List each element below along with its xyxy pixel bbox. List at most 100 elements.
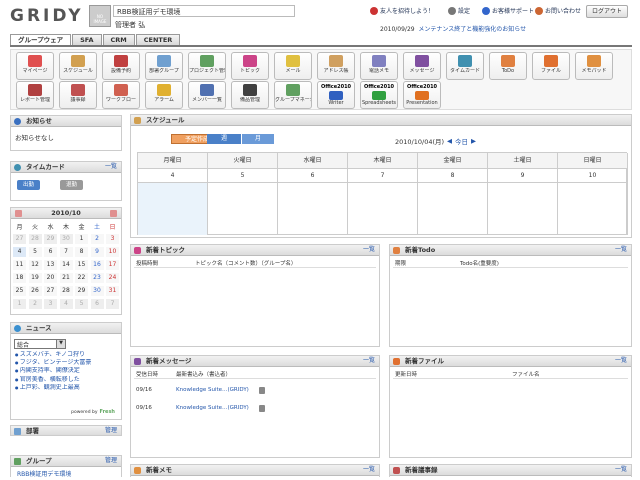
app-message-button[interactable]: メッセージ xyxy=(403,52,441,80)
calendar-day[interactable]: 4 xyxy=(13,247,26,257)
calendar-day[interactable]: 11 xyxy=(13,260,26,270)
contact-link[interactable]: お問い合わせ xyxy=(535,6,581,15)
prev-month-icon[interactable] xyxy=(15,210,22,217)
calendar-day[interactable]: 2 xyxy=(28,299,42,309)
calendar-day[interactable]: 1 xyxy=(75,234,88,244)
month-view-button[interactable]: 月 xyxy=(242,134,274,144)
calendar-day[interactable]: 26 xyxy=(28,286,42,296)
next-month-icon[interactable] xyxy=(110,210,117,217)
calendar-day[interactable]: 16 xyxy=(90,260,104,270)
memos-list-link[interactable]: 一覧 xyxy=(363,465,375,475)
app-file-button[interactable]: ファイル xyxy=(532,52,570,80)
files-list-link[interactable]: 一覧 xyxy=(615,356,627,366)
calendar-day[interactable]: 31 xyxy=(106,286,119,296)
news-item[interactable]: ● スズメバチ、キノコ狩り xyxy=(11,351,121,359)
calendar-day[interactable]: 30 xyxy=(90,286,104,296)
app-workflow-button[interactable]: ワークフロー xyxy=(102,81,140,109)
calendar-day[interactable]: 30 xyxy=(59,234,73,244)
group-item[interactable]: RBB検証用デモ環境 xyxy=(11,467,121,480)
today-link[interactable]: 今日 xyxy=(455,136,468,146)
topics-list-link[interactable]: 一覧 xyxy=(363,245,375,255)
calendar-day[interactable]: 1 xyxy=(13,299,26,309)
calendar-day[interactable]: 5 xyxy=(75,299,88,309)
app-alarm-button[interactable]: アラーム xyxy=(145,81,183,109)
app-group-manager-button[interactable]: グループマネージャー xyxy=(274,81,312,109)
logout-button[interactable]: ログアウト xyxy=(586,5,628,18)
app-writer-button[interactable]: Office2010 Writer xyxy=(317,81,355,109)
prev-week-icon[interactable]: ◀ xyxy=(447,137,452,145)
week-view-button[interactable]: 週 xyxy=(207,134,241,144)
app-topic-button[interactable]: トピック xyxy=(231,52,269,80)
app-mail-button[interactable]: メール xyxy=(274,52,312,80)
calendar-day[interactable]: 7 xyxy=(59,247,73,257)
calendar-day[interactable]: 14 xyxy=(59,260,73,270)
app-members-button[interactable]: メンバー一覧 xyxy=(188,81,226,109)
app-minutes-button[interactable]: 議事録 xyxy=(59,81,97,109)
tab-center[interactable]: CENTER xyxy=(135,34,181,45)
calendar-day[interactable]: 7 xyxy=(106,299,119,309)
calendar-day[interactable]: 6 xyxy=(90,299,104,309)
news-item[interactable]: ● 上戸彩、観測史上最高 xyxy=(11,384,121,392)
app-address-book-button[interactable]: アドレス帳 xyxy=(317,52,355,80)
day-cell[interactable] xyxy=(558,183,628,235)
tab-crm[interactable]: CRM xyxy=(102,34,135,45)
day-cell[interactable] xyxy=(488,183,558,235)
settings-link[interactable]: 設定 xyxy=(448,6,470,15)
app-phone-memo-button[interactable]: 電話メモ xyxy=(360,52,398,80)
app-mypage-button[interactable]: マイページ xyxy=(16,52,54,80)
group-manage-link[interactable]: 管理 xyxy=(105,456,117,466)
calendar-day[interactable]: 18 xyxy=(13,273,26,283)
app-timecard-button[interactable]: タイムカード xyxy=(446,52,484,80)
day-cell[interactable] xyxy=(208,183,278,235)
app-todo-button[interactable]: ToDo xyxy=(489,52,527,80)
day-cell[interactable] xyxy=(278,183,348,235)
calendar-day[interactable]: 20 xyxy=(44,273,57,283)
news-category-select[interactable]: 総合 ▼ xyxy=(14,339,66,349)
calendar-day[interactable]: 5 xyxy=(28,247,42,257)
app-facility-button[interactable]: 設備予約 xyxy=(102,52,140,80)
day-cell[interactable] xyxy=(418,183,488,235)
app-project-button[interactable]: プロジェクト管理 xyxy=(188,52,226,80)
calendar-day[interactable]: 13 xyxy=(44,260,57,270)
app-spreadsheets-button[interactable]: Office2010 Spreadsheets xyxy=(360,81,398,109)
calendar-day[interactable]: 23 xyxy=(90,273,104,283)
calendar-day[interactable]: 6 xyxy=(44,247,57,257)
app-presentation-button[interactable]: Office2010 Presentation xyxy=(403,81,441,109)
news-item[interactable]: ● 内閣支持率、閣僚決定 xyxy=(11,367,121,375)
calendar-day[interactable]: 3 xyxy=(44,299,57,309)
calendar-day[interactable]: 21 xyxy=(59,273,73,283)
tab-groupware[interactable]: グループウェア xyxy=(10,34,72,45)
calendar-day[interactable]: 27 xyxy=(13,234,26,244)
calendar-day[interactable]: 24 xyxy=(106,273,119,283)
message-row-link[interactable]: Knowledge Suite…(GRIDY) xyxy=(176,405,249,411)
app-memopad-button[interactable]: メモパッド xyxy=(575,52,613,80)
app-schedule-button[interactable]: スケジュール xyxy=(59,52,97,80)
calendar-day[interactable]: 29 xyxy=(75,286,88,296)
calendar-day[interactable]: 15 xyxy=(75,260,88,270)
messages-list-link[interactable]: 一覧 xyxy=(363,356,375,366)
day-cell[interactable] xyxy=(348,183,418,235)
calendar-day[interactable]: 17 xyxy=(106,260,119,270)
calendar-day[interactable]: 27 xyxy=(44,286,57,296)
calendar-day[interactable]: 29 xyxy=(44,234,57,244)
calendar-day[interactable]: 10 xyxy=(106,247,119,257)
clock-out-button[interactable]: 退勤 xyxy=(60,180,84,190)
support-link[interactable]: お客様サポート xyxy=(482,6,534,15)
message-row-link[interactable]: Knowledge Suite…(GRIDY) xyxy=(176,387,249,393)
notice-link[interactable]: メンテナンス終了と機能強化のお知らせ xyxy=(418,26,526,33)
calendar-day[interactable]: 25 xyxy=(13,286,26,296)
app-report-button[interactable]: レポート管理 xyxy=(16,81,54,109)
calendar-day[interactable]: 12 xyxy=(28,260,42,270)
news-item[interactable]: ● 官房美香、横転移した xyxy=(11,376,121,384)
app-department-button[interactable]: 部署グループ xyxy=(145,52,183,80)
calendar-day[interactable]: 19 xyxy=(28,273,42,283)
calendar-day[interactable]: 28 xyxy=(28,234,42,244)
calendar-day[interactable]: 2 xyxy=(90,234,104,244)
invite-friends-link[interactable]: 友人を招待しよう！ xyxy=(370,6,434,15)
day-cell[interactable] xyxy=(138,183,208,235)
calendar-day[interactable]: 4 xyxy=(59,299,73,309)
clock-in-button[interactable]: 出勤 xyxy=(17,180,41,190)
calendar-day[interactable]: 9 xyxy=(90,247,104,257)
calendar-day[interactable]: 3 xyxy=(106,234,119,244)
tab-sfa[interactable]: SFA xyxy=(72,34,102,45)
